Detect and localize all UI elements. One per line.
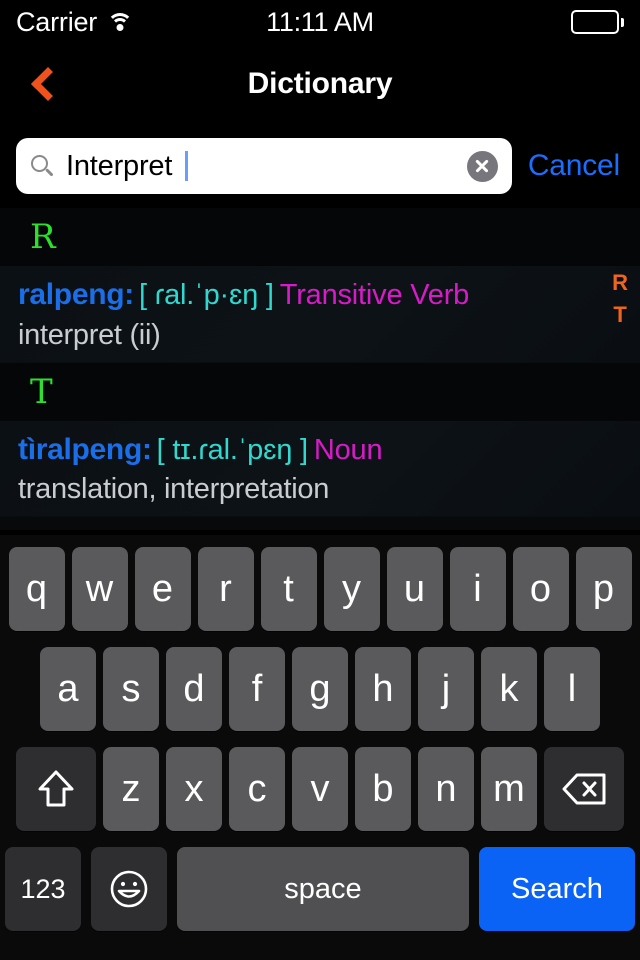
search-bar: Interpret Cancel xyxy=(0,124,640,208)
backspace-key[interactable] xyxy=(544,747,624,831)
key-c[interactable]: c xyxy=(229,747,285,831)
key-k[interactable]: k xyxy=(481,647,537,731)
shift-key[interactable] xyxy=(16,747,96,831)
results-list[interactable]: R ralpeng:[ ɾal.ˈp·ɛŋ ] Transitive Verb i… xyxy=(0,208,640,530)
key-v[interactable]: v xyxy=(292,747,348,831)
entry-ipa: [ ɾal.ˈp·ɛŋ ] xyxy=(138,279,274,311)
key-o[interactable]: o xyxy=(512,547,569,631)
text-cursor xyxy=(185,151,189,181)
section-header-r: R xyxy=(0,208,640,266)
key-w[interactable]: w xyxy=(71,547,128,631)
key-e[interactable]: e xyxy=(134,547,191,631)
on-screen-keyboard[interactable]: q w e r t y u i o p a s d f g h j k l z … xyxy=(0,535,640,960)
search-return-key[interactable]: Search xyxy=(479,847,635,931)
entry-gloss: interpret (ii) xyxy=(18,318,161,351)
page-title: Dictionary xyxy=(247,67,393,100)
clock-label: 11:11 AM xyxy=(266,6,374,37)
search-input-value: Interpret xyxy=(66,149,173,182)
key-g[interactable]: g xyxy=(292,647,348,731)
key-x[interactable]: x xyxy=(166,747,222,831)
keyboard-row-1: q w e r t y u i o p xyxy=(0,547,640,631)
entry-part-of-speech: Transitive Verb xyxy=(279,279,470,311)
key-n[interactable]: n xyxy=(418,747,474,831)
search-input[interactable]: Interpret xyxy=(16,138,512,194)
key-p[interactable]: p xyxy=(575,547,632,631)
key-y[interactable]: y xyxy=(323,547,380,631)
status-bar: Carrier 11:11 AM xyxy=(0,0,640,44)
key-i[interactable]: i xyxy=(449,547,506,631)
key-t[interactable]: t xyxy=(260,547,317,631)
space-key[interactable]: space xyxy=(177,847,469,931)
key-l[interactable]: l xyxy=(544,647,600,731)
entry-part-of-speech: Noun xyxy=(313,433,383,466)
entry-headline: tìralpeng:[ tɪ.ɾal.ˈpɛŋ ] Noun xyxy=(18,433,622,468)
keyboard-row-3: z x c v b n m xyxy=(0,747,640,831)
shift-icon xyxy=(36,767,76,811)
key-r[interactable]: r xyxy=(197,547,254,631)
cancel-button[interactable]: Cancel xyxy=(528,149,624,183)
search-icon xyxy=(30,154,54,178)
section-index-bar[interactable]: R T xyxy=(612,272,628,326)
key-h[interactable]: h xyxy=(355,647,411,731)
keyboard-row-2: a s d f g h j k l xyxy=(0,647,640,731)
clear-icon[interactable] xyxy=(466,150,498,182)
key-b[interactable]: b xyxy=(355,747,411,831)
key-s[interactable]: s xyxy=(103,647,159,731)
index-letter[interactable]: T xyxy=(613,304,626,326)
key-j[interactable]: j xyxy=(418,647,474,731)
key-q[interactable]: q xyxy=(8,547,65,631)
emoji-smiley-icon xyxy=(109,869,149,909)
key-m[interactable]: m xyxy=(481,747,537,831)
back-button[interactable] xyxy=(22,58,68,110)
entry-headline: ralpeng:[ ɾal.ˈp·ɛŋ ] Transitive Verb xyxy=(18,278,622,313)
entry-headword: tìralpeng: xyxy=(18,432,152,466)
key-u[interactable]: u xyxy=(386,547,443,631)
section-letter: T xyxy=(30,371,53,412)
entry-gloss: translation, interpretation xyxy=(18,473,330,505)
backspace-icon xyxy=(561,772,607,806)
key-d[interactable]: d xyxy=(166,647,222,731)
section-letter: R xyxy=(30,217,56,257)
numbers-key[interactable]: 123 xyxy=(5,847,81,931)
chevron-left-icon xyxy=(31,67,65,101)
section-header-t: T xyxy=(0,362,640,421)
entry-headword: ralpeng: xyxy=(18,278,134,311)
entry-ipa: [ tɪ.ɾal.ˈpɛŋ ] xyxy=(156,433,308,466)
navigation-bar: Dictionary xyxy=(0,44,640,124)
key-a[interactable]: a xyxy=(40,647,96,731)
index-letter[interactable]: R xyxy=(612,272,628,294)
phone-screen: Carrier 11:11 AM Dictionary Interpret Ca… xyxy=(0,0,640,960)
key-z[interactable]: z xyxy=(103,747,159,831)
key-f[interactable]: f xyxy=(229,647,285,731)
list-item[interactable]: tìralpeng:[ tɪ.ɾal.ˈpɛŋ ] Noun translatio… xyxy=(0,420,640,517)
keyboard-row-4: 123 space Search xyxy=(0,847,640,931)
list-item[interactable]: ralpeng:[ ɾal.ˈp·ɛŋ ] Transitive Verb int… xyxy=(0,266,640,363)
emoji-key[interactable] xyxy=(91,847,167,931)
